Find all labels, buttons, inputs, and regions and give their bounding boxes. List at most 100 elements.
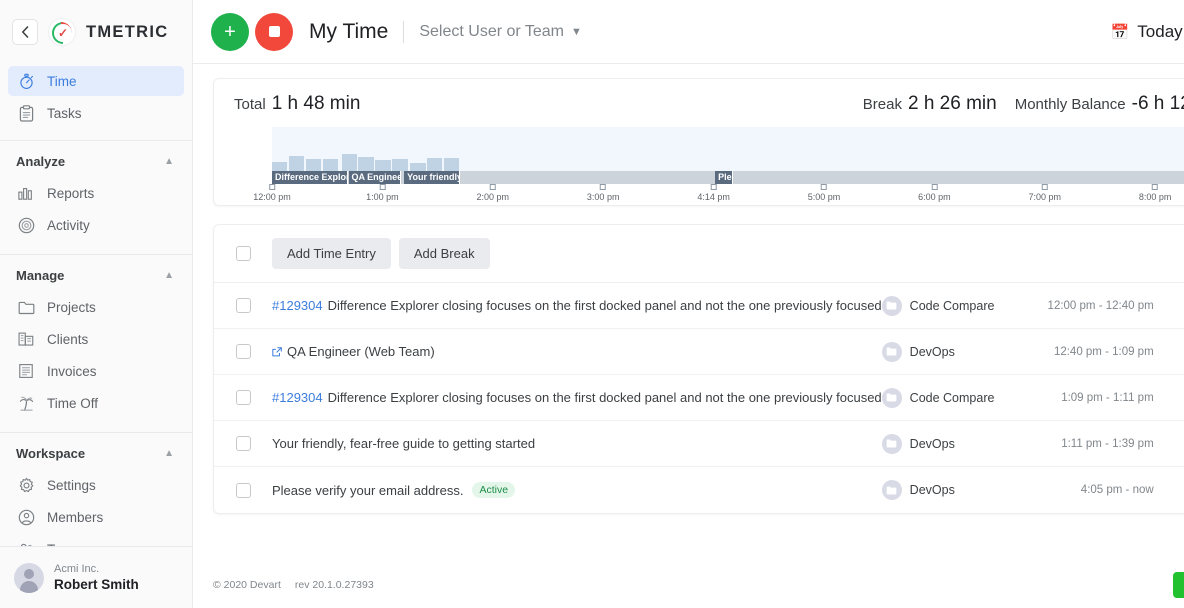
table-row[interactable]: #129304 Difference Explorer closing focus… bbox=[214, 283, 1184, 329]
palm-tree-icon bbox=[17, 394, 35, 412]
sidebar-item-members[interactable]: Members bbox=[8, 502, 184, 532]
entry-project[interactable]: DevOps bbox=[882, 342, 1042, 362]
entry-time-range[interactable]: 12:40 pm - 1:09 pm bbox=[1042, 346, 1154, 358]
sidebar-item-settings[interactable]: Settings bbox=[8, 470, 184, 500]
entry-description[interactable]: QA Engineer (Web Team) bbox=[272, 344, 435, 359]
timeline-entry-chip[interactable]: Your friendly bbox=[404, 171, 460, 184]
timeline-tick: 1:00 pm bbox=[366, 184, 399, 202]
external-link-icon bbox=[272, 347, 282, 357]
date-navigation: 📅 Today ‹ › bbox=[1111, 17, 1184, 47]
sidebar-item-label: Members bbox=[47, 510, 103, 525]
table-row[interactable]: #129304Difference Explorer closing focus… bbox=[214, 375, 1184, 421]
user-team-selector-label: Select User or Team bbox=[419, 23, 564, 41]
select-all-checkbox[interactable] bbox=[236, 246, 251, 261]
entry-description[interactable]: #129304 Difference Explorer closing focus… bbox=[272, 298, 882, 313]
entry-duration[interactable]: 28 min bbox=[1154, 436, 1184, 451]
sidebar-item-label: Projects bbox=[47, 300, 96, 315]
timeline-tick-marker bbox=[379, 184, 385, 190]
sidebar-item-label: Activity bbox=[47, 218, 90, 233]
timeline-entry-chip[interactable]: QA Engineer bbox=[349, 171, 402, 184]
entry-project[interactable]: Code Compare bbox=[882, 388, 1042, 408]
summary-metrics: Total 1 h 48 min Break2 h 26 min Monthly… bbox=[234, 93, 1184, 115]
add-time-entry-toolbar-button[interactable]: Add Time Entry bbox=[272, 238, 391, 269]
sidebar-item-label: Settings bbox=[47, 478, 96, 493]
timeline-tick-marker bbox=[1152, 184, 1158, 190]
row-checkbox[interactable] bbox=[236, 483, 251, 498]
timeline-tick: 12:00 pm bbox=[253, 184, 291, 202]
entry-duration[interactable]: 29 min bbox=[1154, 344, 1184, 359]
entry-task-id[interactable]: #129304 bbox=[272, 390, 323, 405]
timeline-activity-bar bbox=[410, 163, 425, 171]
timeline-tick: 4:14 pm bbox=[697, 184, 730, 202]
sidebar-item-activity[interactable]: Activity bbox=[8, 210, 184, 240]
timeline-activity-bars bbox=[272, 127, 1184, 171]
recommend-button[interactable]: 👍 I Recommend bbox=[1173, 572, 1184, 598]
entry-description[interactable]: #129304Difference Explorer closing focus… bbox=[272, 390, 882, 405]
sidebar-user-box[interactable]: Acmi Inc. Robert Smith bbox=[0, 546, 192, 608]
sidebar-item-label: Time Off bbox=[47, 396, 98, 411]
entry-project[interactable]: DevOps bbox=[882, 434, 1042, 454]
row-checkbox[interactable] bbox=[236, 390, 251, 405]
sidebar-item-label: Reports bbox=[47, 186, 94, 201]
entry-time-range[interactable]: 12:00 pm - 12:40 pm bbox=[1042, 300, 1154, 312]
entry-description[interactable]: Your friendly, fear-free guide to gettin… bbox=[272, 436, 535, 451]
timeline-tick-marker bbox=[600, 184, 606, 190]
entry-time-range[interactable]: 4:05 pm - now bbox=[1042, 484, 1154, 496]
table-row[interactable]: Your friendly, fear-free guide to gettin… bbox=[214, 421, 1184, 467]
timeline-activity-bar bbox=[306, 159, 321, 171]
sidebar-item-tasks[interactable]: Tasks bbox=[8, 98, 184, 128]
sidebar-item-invoices[interactable]: Invoices bbox=[8, 356, 184, 386]
sidebar-item-label: Time bbox=[47, 74, 77, 89]
sidebar-group-manage-items: Projects Clients bbox=[0, 292, 192, 428]
add-break-button[interactable]: Add Break bbox=[399, 238, 490, 269]
timeline-tick-label: 7:00 pm bbox=[1029, 192, 1062, 202]
timeline-tick: 5:00 pm bbox=[808, 184, 841, 202]
row-checkbox[interactable] bbox=[236, 436, 251, 451]
timeline-activity-bar bbox=[444, 158, 459, 171]
sidebar-primary-nav: Time Tasks bbox=[0, 64, 192, 136]
timeline-entry-chip[interactable]: Difference Explorer bbox=[272, 171, 348, 184]
table-row[interactable]: Please verify your email address.Active D… bbox=[214, 467, 1184, 513]
sidebar-item-clients[interactable]: Clients bbox=[8, 324, 184, 354]
sidebar-group-workspace[interactable]: Workspace ▲ bbox=[0, 433, 192, 470]
folder-icon bbox=[882, 296, 902, 316]
sidebar-collapse-button[interactable] bbox=[12, 19, 38, 45]
entry-description-text: Difference Explorer closing focuses on t… bbox=[328, 298, 882, 313]
user-team-selector[interactable]: Select User or Team ▼ bbox=[419, 23, 582, 41]
add-time-entry-button[interactable]: + bbox=[211, 13, 249, 51]
sidebar-item-reports[interactable]: Reports bbox=[8, 178, 184, 208]
entry-duration[interactable]: 40 min bbox=[1154, 298, 1184, 313]
brand-row: ✓ TMETRIC bbox=[0, 0, 192, 64]
entry-time-range[interactable]: 1:09 pm - 1:11 pm bbox=[1042, 392, 1154, 404]
sidebar-item-projects[interactable]: Projects bbox=[8, 292, 184, 322]
entry-project[interactable]: Code Compare bbox=[882, 296, 1042, 316]
timeline-activity-bar bbox=[323, 159, 338, 171]
entry-task-id[interactable]: #129304 bbox=[272, 298, 323, 313]
table-row[interactable]: QA Engineer (Web Team) DevOps12:40 pm - 1… bbox=[214, 329, 1184, 375]
today-label: Today bbox=[1137, 22, 1182, 42]
row-checkbox[interactable] bbox=[236, 298, 251, 313]
timeline-activity-bar bbox=[427, 158, 442, 171]
sidebar-group-analyze[interactable]: Analyze ▲ bbox=[0, 141, 192, 178]
entry-time-range[interactable]: 1:11 pm - 1:39 pm bbox=[1042, 438, 1154, 450]
avatar-icon bbox=[14, 563, 44, 593]
sidebar-item-teams[interactable]: Teams bbox=[8, 534, 184, 546]
row-checkbox[interactable] bbox=[236, 344, 251, 359]
entry-description[interactable]: Please verify your email address.Active bbox=[272, 482, 515, 498]
timeline-tick-marker bbox=[490, 184, 496, 190]
sidebar-item-time[interactable]: Time bbox=[8, 66, 184, 96]
sidebar-item-label: Tasks bbox=[47, 106, 82, 121]
sidebar-item-label: Invoices bbox=[47, 364, 97, 379]
sidebar-item-time-off[interactable]: Time Off bbox=[8, 388, 184, 418]
entry-description-text: Your friendly, fear-free guide to gettin… bbox=[272, 436, 535, 451]
today-button[interactable]: 📅 Today bbox=[1111, 22, 1183, 42]
entry-duration[interactable]: 2 min bbox=[1154, 390, 1184, 405]
stop-timer-button[interactable] bbox=[255, 13, 293, 51]
timeline-entry-chip[interactable]: Please verify bbox=[715, 171, 733, 184]
day-timeline[interactable]: Difference ExplorerQA EngineerYour frien… bbox=[234, 127, 1184, 189]
sidebar-group-label: Manage bbox=[16, 268, 64, 283]
entry-duration[interactable]: 9 min bbox=[1154, 483, 1184, 498]
activity-rings-icon bbox=[17, 216, 35, 234]
sidebar-group-manage[interactable]: Manage ▲ bbox=[0, 255, 192, 292]
entry-project[interactable]: DevOps bbox=[882, 480, 1042, 500]
